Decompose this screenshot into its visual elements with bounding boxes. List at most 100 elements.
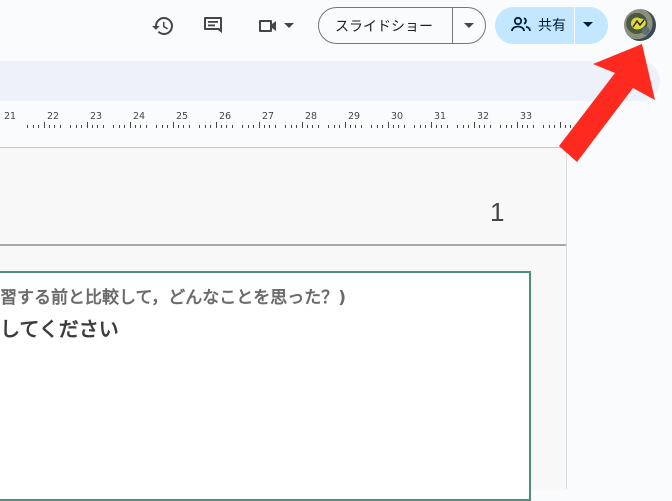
ruler-tick xyxy=(543,125,544,128)
ruler-tick xyxy=(113,125,114,128)
ruler-tick xyxy=(404,125,405,128)
meet-button[interactable] xyxy=(252,10,298,42)
ruler-tick xyxy=(339,125,340,128)
ruler-number: 23 xyxy=(90,111,103,122)
ruler-tick xyxy=(87,122,88,128)
ruler-tick xyxy=(285,125,286,128)
slideshow-divider xyxy=(452,8,453,43)
ruler-number: 33 xyxy=(520,111,533,122)
comments-button[interactable] xyxy=(197,10,229,42)
ruler-tick xyxy=(92,125,93,128)
ruler-tick xyxy=(173,122,174,128)
ruler-tick xyxy=(302,122,303,128)
ruler-tick xyxy=(296,125,297,128)
ruler-tick xyxy=(253,125,254,128)
ruler-tick xyxy=(549,125,550,128)
ruler-tick xyxy=(140,125,141,128)
ruler-tick xyxy=(146,125,147,128)
ruler-number: 21 xyxy=(4,111,17,122)
ruler-tick xyxy=(457,125,458,128)
ruler-tick xyxy=(382,125,383,128)
question-text[interactable]: 習する前と比較して，どんなことを思った？) xyxy=(0,283,346,308)
ruler-tick xyxy=(511,125,512,128)
ruler-tick xyxy=(199,125,200,128)
ruler-tick xyxy=(205,125,206,128)
avatar-image xyxy=(632,18,650,35)
ruler-tick xyxy=(60,125,61,128)
ruler-tick xyxy=(414,125,415,128)
ruler-number: 27 xyxy=(262,111,275,122)
ruler-tick xyxy=(275,125,276,128)
ruler-tick xyxy=(189,125,190,128)
history-button[interactable] xyxy=(147,10,179,42)
people-icon xyxy=(511,16,531,32)
ruler-tick xyxy=(522,125,523,128)
ruler-tick xyxy=(216,122,217,128)
ruler-tick xyxy=(226,125,227,128)
ruler-number: 28 xyxy=(305,111,318,122)
ruler-tick xyxy=(38,125,39,128)
ruler-tick xyxy=(33,125,34,128)
ruler-tick xyxy=(431,122,432,128)
ruler-tick xyxy=(81,125,82,128)
ruler-tick xyxy=(221,125,222,128)
ruler-tick xyxy=(264,125,265,128)
ruler-number: 29 xyxy=(348,111,361,122)
ruler-number: 31 xyxy=(434,111,447,122)
ruler-tick xyxy=(124,125,125,128)
ruler-tick xyxy=(76,125,77,128)
ruler-tick xyxy=(49,125,50,128)
ruler-tick xyxy=(463,125,464,128)
comment-icon xyxy=(204,17,222,33)
ruler-tick xyxy=(210,125,211,128)
ruler-tick xyxy=(167,125,168,128)
ruler-tick xyxy=(355,125,356,128)
annotation-arrow xyxy=(559,44,655,162)
ruler-tick xyxy=(490,125,491,128)
ruler-tick xyxy=(479,125,480,128)
ruler-tick xyxy=(517,122,518,128)
ruler-tick xyxy=(178,125,179,128)
ruler-tick xyxy=(500,125,501,128)
history-icon xyxy=(152,17,173,35)
ruler-tick xyxy=(259,122,260,128)
ruler-tick xyxy=(436,125,437,128)
ruler-tick xyxy=(447,125,448,128)
slideshow-button[interactable]: スライドショー xyxy=(318,7,486,44)
ruler-tick xyxy=(307,125,308,128)
caret-down-icon[interactable] xyxy=(583,22,593,28)
share-label: 共有 xyxy=(538,18,566,34)
ruler-number: 25 xyxy=(176,111,189,122)
ruler-tick xyxy=(44,122,45,128)
ruler-tick xyxy=(232,125,233,128)
video-camera-icon xyxy=(259,20,276,32)
ruler-tick xyxy=(269,125,270,128)
caret-down-icon xyxy=(284,23,294,28)
share-button[interactable]: 共有 xyxy=(495,7,608,44)
ruler-tick xyxy=(103,125,104,128)
ruler-tick xyxy=(119,125,120,128)
ruler-number: 30 xyxy=(391,111,404,122)
ruler-tick xyxy=(318,125,319,128)
ruler-number: 24 xyxy=(133,111,146,122)
ruler-tick xyxy=(441,125,442,128)
ruler-tick xyxy=(334,125,335,128)
ruler-tick xyxy=(328,125,329,128)
ruler-number: 26 xyxy=(219,111,232,122)
prompt-text[interactable]: してください xyxy=(0,313,119,342)
ruler-tick xyxy=(242,125,243,128)
ruler-tick xyxy=(425,125,426,128)
ruler-tick xyxy=(350,125,351,128)
ruler-number: 32 xyxy=(477,111,490,122)
ruler-tick xyxy=(388,122,389,128)
ruler-tick xyxy=(474,122,475,128)
ruler-tick xyxy=(97,125,98,128)
avatar[interactable] xyxy=(624,9,656,41)
side-panel xyxy=(566,147,672,489)
ruler-tick xyxy=(345,122,346,128)
ruler-tick xyxy=(70,125,71,128)
ruler-tick xyxy=(248,125,249,128)
ruler-tick xyxy=(398,125,399,128)
caret-down-icon[interactable] xyxy=(464,23,474,29)
ruler-tick xyxy=(54,125,55,128)
